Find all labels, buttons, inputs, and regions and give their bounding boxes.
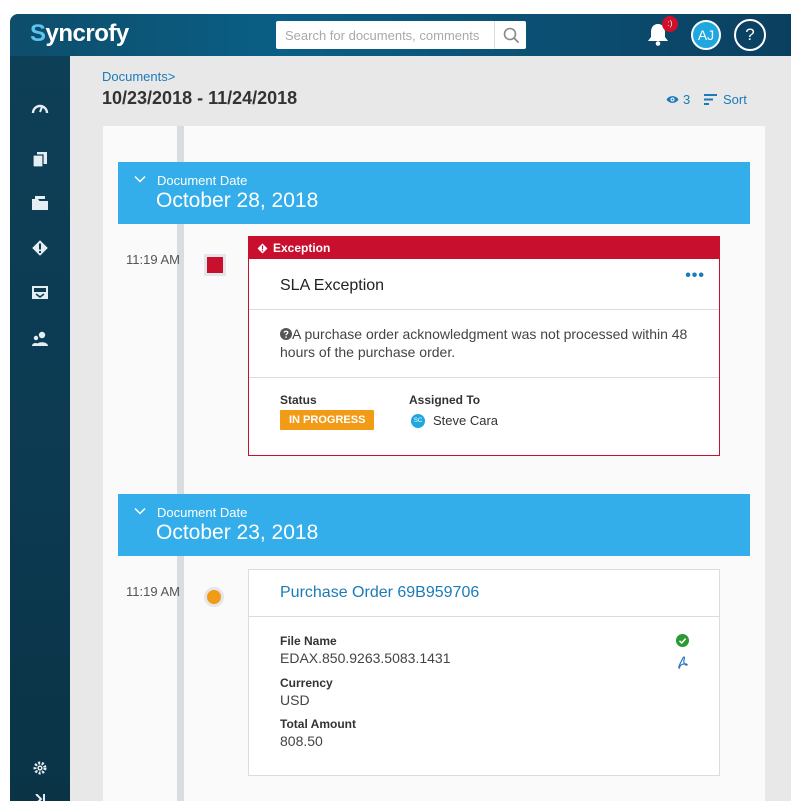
card-divider [249, 377, 719, 378]
purchase-order-card[interactable]: Purchase Order 69B959706 File Name EDAX.… [248, 569, 720, 776]
page-title: 10/23/2018 - 11/24/2018 [102, 88, 298, 108]
total-amount-label: Total Amount [280, 717, 356, 731]
user-avatar[interactable]: AJ [691, 20, 721, 50]
exception-card-header: Exception [249, 237, 719, 259]
assignee-avatar: SC [411, 413, 425, 428]
sort-button[interactable]: Sort [704, 92, 747, 107]
acrobat-pdf-icon[interactable] [677, 656, 688, 669]
main-content: Documents> 10/23/2018 - 11/24/2018 3 Sor… [70, 56, 791, 801]
exception-diamond-icon [257, 243, 268, 253]
date-group-label: Document Date [157, 505, 248, 520]
check-circle-icon [676, 634, 689, 647]
file-name-label: File Name [280, 634, 337, 648]
syncrofy-logo[interactable]: Syncrofy [30, 20, 129, 48]
status-label: Status [280, 393, 317, 407]
chevron-down-icon [134, 507, 146, 515]
exception-description: A purchase order acknowledgment was not … [280, 325, 690, 361]
documents-icon[interactable] [31, 150, 49, 168]
sort-icon [704, 94, 717, 105]
top-bar: Syncrofy :) AJ ? [10, 14, 791, 56]
sidebar [10, 56, 70, 801]
currency-label: Currency [280, 676, 333, 690]
views-counter[interactable]: 3 [666, 92, 690, 107]
search-icon [503, 27, 519, 43]
more-options-button[interactable]: ••• [685, 267, 705, 285]
date-group-label: Document Date [157, 173, 248, 188]
notification-badge[interactable]: :) [662, 16, 678, 32]
exceptions-icon[interactable] [31, 239, 49, 257]
chevron-down-icon [134, 175, 146, 183]
breadcrumb[interactable]: Documents> [102, 69, 175, 84]
date-group-date: October 28, 2018 [156, 189, 319, 212]
date-group-header[interactable]: Document Date October 28, 2018 [118, 162, 750, 224]
timeline-spine [177, 126, 184, 801]
search-input[interactable] [276, 21, 494, 49]
currency-value: USD [280, 692, 310, 708]
date-group-header[interactable]: Document Date October 23, 2018 [118, 494, 750, 556]
entry-time: 11:19 AM [126, 584, 180, 599]
exception-title[interactable]: SLA Exception [280, 277, 384, 295]
help-button[interactable]: ? [734, 19, 766, 51]
sort-label: Sort [723, 92, 747, 107]
search-button[interactable] [494, 21, 526, 49]
folders-icon[interactable] [31, 194, 49, 212]
entry-time: 11:19 AM [126, 252, 180, 267]
status-badge[interactable]: IN PROGRESS [280, 410, 375, 430]
timeline-marker-document [204, 587, 224, 607]
collapse-icon[interactable] [33, 794, 47, 801]
timeline-marker-exception [204, 254, 226, 276]
search-box [276, 21, 526, 49]
file-name-value: EDAX.850.9263.5083.1431 [280, 650, 451, 666]
inbox-tray-icon[interactable] [31, 284, 49, 302]
app-window: Syncrofy :) AJ ? [10, 14, 791, 801]
exception-type-label: Exception [273, 241, 331, 255]
question-circle-icon [280, 328, 292, 340]
logo-text: yncrofy [45, 20, 130, 47]
logo-initial: S [30, 20, 46, 47]
assignee-name: Steve Cara [433, 413, 499, 428]
views-count: 3 [683, 92, 691, 107]
exception-description-text: A purchase order acknowledgment was not … [280, 326, 688, 360]
eye-icon [666, 96, 679, 103]
exception-card[interactable]: Exception ••• SLA Exception A purchase o… [248, 236, 720, 456]
contacts-icon[interactable] [31, 330, 49, 348]
assigned-to-label: Assigned To [409, 393, 481, 407]
settings-icon[interactable] [33, 761, 47, 775]
assignee[interactable]: SC Steve Cara [411, 413, 498, 428]
dashboard-icon[interactable] [31, 99, 49, 117]
date-group-date: October 23, 2018 [156, 521, 319, 544]
purchase-order-title[interactable]: Purchase Order 69B959706 [280, 584, 479, 602]
total-amount-value: 808.50 [280, 733, 323, 749]
card-divider [249, 616, 719, 617]
card-divider [249, 309, 719, 310]
